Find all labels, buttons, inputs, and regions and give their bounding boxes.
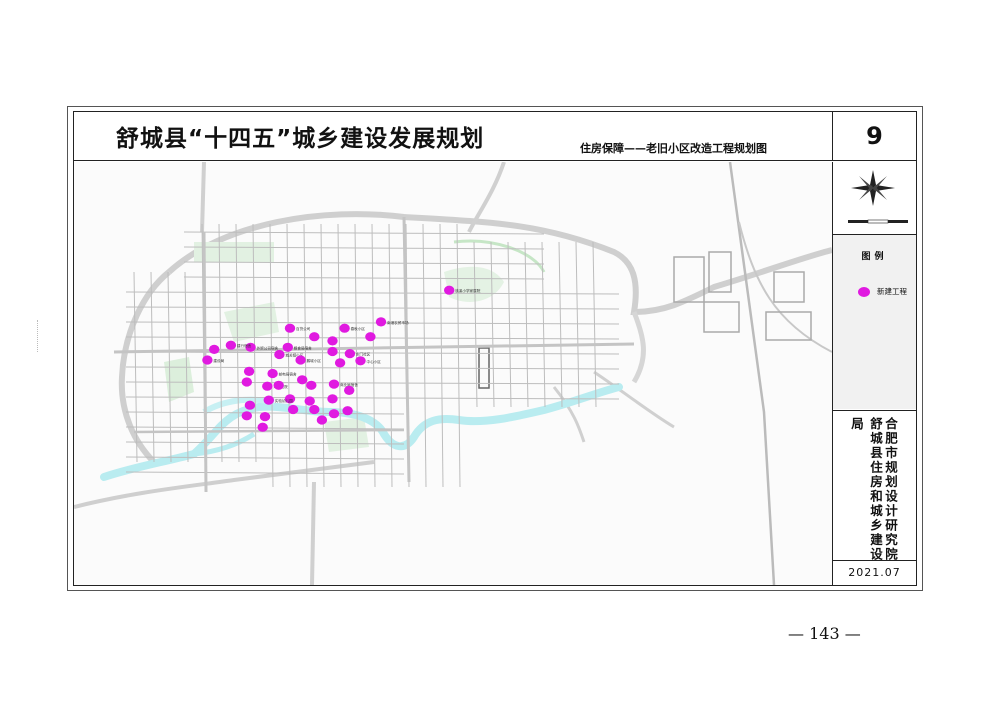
project-marker[interactable]: [444, 285, 455, 295]
legend-new-project-swatch: [858, 287, 870, 297]
project-marker-label: 鹏城小区: [307, 358, 322, 363]
project-marker[interactable]: [365, 332, 376, 342]
project-marker[interactable]: [327, 346, 338, 357]
project-marker[interactable]: [257, 422, 268, 432]
project-marker-label: 桃溪小学家属院: [455, 288, 481, 293]
project-marker-label: 建设局: [213, 358, 224, 363]
project-marker[interactable]: [328, 379, 340, 389]
project-marker[interactable]: [344, 385, 355, 395]
project-marker-label: 建行宿舍: [237, 343, 252, 348]
project-marker[interactable]: [243, 366, 255, 376]
sheet-number: 9: [832, 112, 916, 161]
project-marker-label: 春秋小区: [351, 326, 366, 331]
project-marker-label: 邮电局宿舍: [279, 372, 297, 377]
project-marker-label: 中心小区: [367, 359, 382, 364]
project-marker[interactable]: [355, 356, 366, 366]
project-marker[interactable]: [316, 415, 328, 425]
project-marker[interactable]: [339, 323, 350, 333]
project-marker[interactable]: [304, 396, 315, 406]
compass-area: [833, 162, 916, 235]
project-marker[interactable]: [295, 355, 306, 365]
project-marker[interactable]: [309, 332, 320, 342]
sheet-frame: 舒城县“十四五”城乡建设发展规划 住房保障——老旧小区改造工程规划图 9 桃溪小…: [73, 111, 917, 586]
project-marker[interactable]: [202, 355, 213, 365]
legend-panel: 图例 新建工程 合肥市规划设计研究院 舒城县住房和城乡建设局 2021.07: [832, 162, 916, 585]
map-view[interactable]: 桃溪小学家属院 南港农贸市场 春秋小区 百货公司 粮食局宿舍 城关镇小区 外贸公司宿舍 建行宿…: [74, 162, 832, 585]
legend: 图例 新建工程: [833, 235, 916, 409]
client-name: 舒城县住房和城乡建设局: [849, 417, 883, 562]
project-marker[interactable]: [284, 323, 296, 333]
project-marker[interactable]: [225, 340, 237, 350]
project-marker[interactable]: [309, 404, 320, 415]
project-marker[interactable]: [334, 358, 346, 368]
map-background: [74, 162, 832, 585]
project-marker[interactable]: [209, 344, 220, 354]
plan-date: 2021.07: [833, 560, 916, 585]
title-bar: 舒城县“十四五”城乡建设发展规划 住房保障——老旧小区改造工程规划图: [74, 112, 832, 161]
map-sheet: 舒城县“十四五”城乡建设发展规划 住房保障——老旧小区改造工程规划图 9 桃溪小…: [67, 106, 923, 591]
plan-subtitle: 住房保障——老旧小区改造工程规划图: [580, 142, 767, 155]
project-marker[interactable]: [241, 377, 252, 387]
project-marker[interactable]: [282, 342, 293, 352]
project-marker[interactable]: [244, 400, 256, 410]
margin-mark: [37, 320, 40, 352]
project-marker-label: 百货公司: [296, 326, 311, 331]
plan-title: 舒城县“十四五”城乡建设发展规划: [116, 126, 485, 152]
organization-block: 合肥市规划设计研究院 舒城县住房和城乡建设局: [833, 410, 916, 567]
project-marker[interactable]: [274, 349, 285, 360]
project-marker[interactable]: [262, 381, 273, 391]
project-marker[interactable]: [241, 411, 252, 421]
project-marker[interactable]: [375, 317, 387, 327]
legend-title: 图例: [861, 252, 888, 262]
project-marker-label: 外贸公司宿舍: [257, 345, 279, 350]
project-marker[interactable]: [328, 409, 340, 419]
project-marker[interactable]: [263, 395, 274, 405]
project-marker[interactable]: [273, 380, 284, 390]
page-number: — 143 —: [788, 624, 861, 643]
project-marker[interactable]: [287, 404, 299, 415]
project-marker-label: 东门社区: [356, 352, 371, 357]
project-marker[interactable]: [344, 349, 356, 359]
project-marker[interactable]: [267, 368, 278, 379]
legend-new-project-label: 新建工程: [877, 287, 907, 296]
project-marker[interactable]: [342, 406, 353, 416]
project-marker[interactable]: [306, 380, 317, 390]
project-marker-label: 南港农贸市场: [387, 320, 409, 325]
compass-rose-icon: [848, 170, 908, 224]
project-marker-label: 粮食局宿舍: [294, 345, 312, 350]
project-marker[interactable]: [327, 394, 338, 404]
map-canvas[interactable]: 桃溪小学家属院南港农贸市场春秋小区百货公司粮食局宿舍城关镇小区外贸公司宿舍建行宿…: [74, 162, 832, 585]
project-marker[interactable]: [259, 412, 271, 422]
scale-bar: [848, 219, 908, 224]
project-marker[interactable]: [327, 336, 338, 346]
project-marker[interactable]: [297, 375, 308, 385]
project-marker-label: 实验幼儿园: [275, 398, 293, 403]
